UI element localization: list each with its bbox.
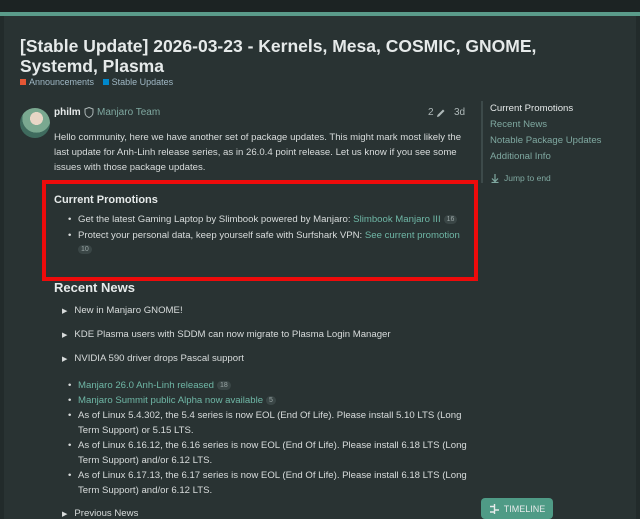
promotions-list: Get the latest Gaming Laptop by Slimbook… [68, 213, 468, 259]
toggle-label: NVIDIA 590 driver drops Pascal support [74, 353, 244, 364]
promotions-heading: Current Promotions [54, 194, 158, 206]
details-toggle[interactable]: ▶ KDE Plasma users with SDDM can now mig… [62, 329, 391, 340]
details-toggle[interactable]: ▶ Previous News [62, 508, 138, 519]
details-toggle[interactable]: ▶ New in Manjaro GNOME! [62, 305, 183, 316]
list-item: Manjaro 26.0 Anh-Linh released18 [68, 378, 468, 393]
eol-text: As of Linux 6.17.13, the 6.17 series is … [78, 470, 467, 496]
click-count-badge: 16 [443, 214, 458, 224]
category-stable-updates[interactable]: Stable Updates [102, 77, 174, 87]
click-count-badge: 5 [266, 395, 276, 405]
toggle-label: KDE Plasma users with SDDM can now migra… [74, 329, 391, 340]
top-bar [0, 0, 640, 12]
news-link[interactable]: Manjaro 26.0 Anh-Linh released [78, 380, 214, 391]
news-link[interactable]: Manjaro Summit public Alpha now availabl… [78, 395, 263, 406]
category-announcements[interactable]: Announcements [20, 77, 94, 87]
promo-link[interactable]: See current promotion [365, 230, 460, 241]
promo-text: Protect your personal data, keep yoursel… [78, 230, 365, 241]
pencil-icon [436, 109, 445, 117]
news-heading: Recent News [54, 280, 135, 295]
toc-item-current-promotions[interactable]: Current Promotions [490, 101, 610, 117]
triangle-right-icon: ▶ [62, 307, 68, 315]
triangle-right-icon: ▶ [62, 355, 68, 363]
author-team[interactable]: Manjaro Team [97, 107, 160, 118]
toggle-label: New in Manjaro GNOME! [74, 305, 183, 316]
list-item: As of Linux 6.17.13, the 6.17 series is … [68, 468, 468, 498]
toc-item-additional-info[interactable]: Additional Info [490, 149, 610, 165]
table-of-contents: Current Promotions Recent News Notable P… [481, 101, 610, 183]
post-intro: Hello community, here we have another se… [54, 132, 462, 173]
click-count-badge: 18 [217, 380, 231, 390]
promo-text: Get the latest Gaming Laptop by Slimbook… [78, 214, 354, 225]
category-color-icon [102, 79, 109, 85]
eol-text: As of Linux 6.16.12, the 6.16 series is … [78, 440, 467, 466]
edit-history-button[interactable]: 2 [428, 107, 446, 118]
category-label: Announcements [29, 77, 95, 87]
shield-icon [84, 107, 94, 118]
list-item: Manjaro Summit public Alpha now availabl… [68, 393, 468, 408]
post-age[interactable]: 3d [454, 107, 465, 118]
triangle-right-icon: ▶ [62, 331, 68, 339]
eol-text: As of Linux 5.4.302, the 5.4 series is n… [78, 410, 462, 436]
toc-item-notable-package-updates[interactable]: Notable Package Updates [490, 133, 610, 149]
timeline-label: TIMELINE [503, 503, 546, 514]
timeline-icon [489, 503, 499, 514]
post-author[interactable]: philm [54, 107, 81, 118]
list-item: As of Linux 5.4.302, the 5.4 series is n… [68, 408, 468, 438]
topic-title[interactable]: [Stable Update] 2026-03-23 - Kernels, Me… [20, 36, 580, 76]
triangle-right-icon: ▶ [62, 510, 68, 518]
avatar[interactable] [20, 108, 50, 138]
toc-item-recent-news[interactable]: Recent News [490, 117, 610, 133]
category-list: Announcements Stable Updates [20, 77, 179, 87]
list-item: Protect your personal data, keep yoursel… [68, 229, 468, 257]
timeline-button[interactable]: TIMELINE [481, 498, 553, 519]
list-item: As of Linux 6.16.12, the 6.16 series is … [68, 438, 468, 468]
jump-label: Jump to end [504, 173, 551, 183]
list-item: Get the latest Gaming Laptop by Slimbook… [68, 213, 468, 227]
jump-to-end-link[interactable]: Jump to end [490, 173, 610, 183]
details-toggle[interactable]: ▶ NVIDIA 590 driver drops Pascal support [62, 353, 244, 364]
click-count-badge: 10 [78, 244, 92, 254]
edit-count: 2 [428, 107, 434, 118]
arrow-down-icon [491, 174, 499, 183]
promo-link[interactable]: Slimbook Manjaro III [353, 214, 440, 225]
toggle-label: Previous News [74, 508, 139, 519]
news-list: Manjaro 26.0 Anh-Linh released18 Manjaro… [68, 378, 468, 498]
category-color-icon [20, 79, 26, 85]
category-label: Stable Updates [111, 77, 174, 87]
